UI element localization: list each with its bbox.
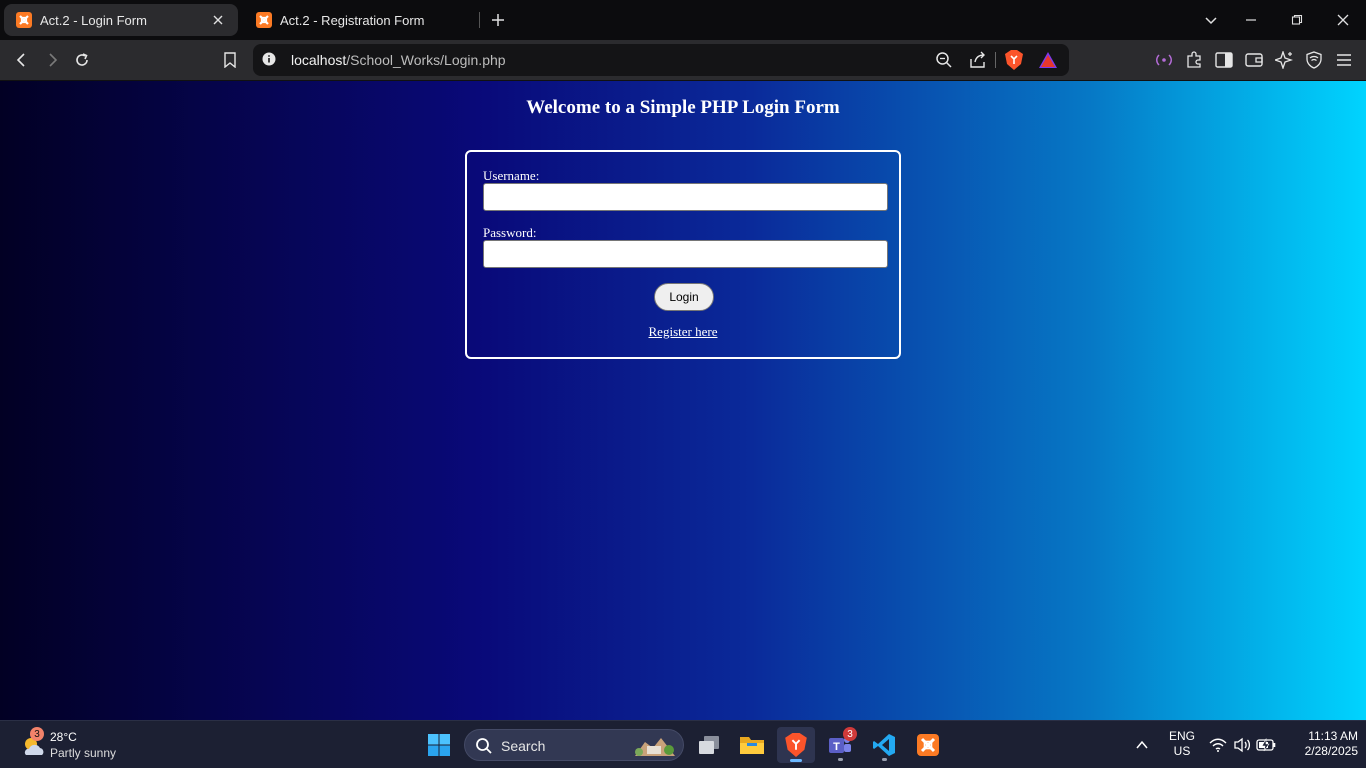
- url-text: localhost/School_Works/Login.php: [291, 52, 506, 68]
- tab-login-form[interactable]: Act.2 - Login Form: [4, 4, 238, 36]
- show-hidden-icons-chevron-up-icon[interactable]: [1124, 727, 1160, 763]
- forward-arrow-icon[interactable]: [42, 50, 62, 70]
- zoom-icon[interactable]: [935, 51, 953, 74]
- brave-shields-icon[interactable]: [1005, 50, 1023, 75]
- start-windows-icon[interactable]: [420, 727, 458, 763]
- tab-search-chevron-down-icon[interactable]: [1201, 10, 1221, 30]
- running-app-indicator: [838, 758, 843, 761]
- tab-title: Act.2 - Login Form: [40, 12, 147, 28]
- clock-date: 2/28/2025: [1304, 744, 1358, 758]
- system-clock[interactable]: 11:13 AM 2/28/2025: [1282, 729, 1358, 768]
- new-tab-plus-icon[interactable]: [488, 10, 508, 30]
- brave-browser-taskbar-icon[interactable]: [777, 727, 815, 763]
- bookmark-icon[interactable]: [220, 50, 240, 70]
- windows-taskbar: 3 28°C Partly sunny Search T 3 ENG US 11…: [0, 720, 1366, 768]
- login-button[interactable]: Login: [654, 283, 714, 311]
- clock-time: 11:13 AM: [1308, 729, 1358, 743]
- vscode-icon[interactable]: [865, 727, 903, 763]
- search-highlight-art-icon: [633, 734, 677, 758]
- menu-hamburger-icon[interactable]: [1334, 50, 1354, 70]
- address-divider: [995, 52, 996, 68]
- login-form: Username: Password: Login Register here: [465, 150, 901, 359]
- sidebar-toggle-icon[interactable]: [1214, 50, 1234, 70]
- xampp-favicon-icon: [16, 12, 32, 28]
- brave-vpn-icon[interactable]: [1154, 50, 1174, 70]
- language-code: ENG: [1168, 729, 1195, 743]
- teams-notification-badge: 3: [843, 727, 857, 741]
- wallet-icon[interactable]: [1244, 50, 1264, 70]
- leo-ai-sparkle-icon[interactable]: [1274, 50, 1294, 70]
- weather-condition: Partly sunny: [50, 746, 117, 760]
- search-icon: [475, 737, 493, 755]
- taskbar-search-box[interactable]: Search: [464, 729, 684, 761]
- weather-temp: 28°C: [50, 730, 77, 744]
- address-bar[interactable]: localhost/School_Works/Login.php: [253, 44, 1069, 76]
- teams-icon[interactable]: T 3: [821, 727, 859, 763]
- tab-registration-form[interactable]: Act.2 - Registration Form: [244, 4, 474, 36]
- weather-badge: 3: [30, 727, 44, 741]
- username-label: Username:: [483, 168, 540, 183]
- extensions-puzzle-icon[interactable]: [1184, 50, 1204, 70]
- battery-charging-icon[interactable]: [1256, 727, 1276, 763]
- share-icon[interactable]: [969, 51, 987, 74]
- back-arrow-icon[interactable]: [12, 50, 32, 70]
- page-viewport: Welcome to a Simple PHP Login Form Usern…: [0, 81, 1366, 720]
- reload-icon[interactable]: [72, 50, 92, 70]
- tab-divider: [479, 12, 480, 28]
- close-tab-icon[interactable]: [210, 12, 226, 28]
- restore-icon[interactable]: [1287, 10, 1307, 30]
- volume-icon[interactable]: [1232, 727, 1252, 763]
- search-label: Search: [501, 738, 546, 754]
- register-link[interactable]: Register here: [467, 324, 899, 340]
- xampp-favicon-icon: [256, 12, 272, 28]
- task-view-icon[interactable]: [690, 727, 728, 763]
- tab-title: Act.2 - Registration Form: [280, 12, 425, 28]
- page-heading: Welcome to a Simple PHP Login Form: [526, 97, 840, 118]
- close-window-icon[interactable]: [1333, 10, 1353, 30]
- active-app-indicator: [790, 759, 802, 762]
- site-info-icon[interactable]: [262, 52, 276, 66]
- weather-widget[interactable]: 3 28°C Partly sunny: [18, 727, 158, 763]
- keyboard-region: US: [1173, 744, 1191, 758]
- username-input[interactable]: [483, 183, 888, 211]
- svg-text:T: T: [833, 741, 840, 753]
- running-app-indicator: [882, 758, 887, 761]
- password-input[interactable]: [483, 240, 888, 268]
- file-explorer-folder-icon[interactable]: [733, 727, 771, 763]
- browser-tab-strip: Act.2 - Login Form Act.2 - Registration …: [0, 0, 1366, 40]
- password-label: Password:: [483, 225, 537, 240]
- browser-toolbar: localhost/School_Works/Login.php: [0, 40, 1366, 81]
- input-language-indicator[interactable]: ENG US: [1165, 729, 1199, 768]
- vpn-shield-icon[interactable]: [1304, 50, 1324, 70]
- minimize-icon[interactable]: [1241, 10, 1261, 30]
- wifi-icon[interactable]: [1208, 727, 1228, 763]
- brave-rewards-triangle-icon[interactable]: [1039, 52, 1057, 73]
- xampp-taskbar-icon[interactable]: [909, 727, 947, 763]
